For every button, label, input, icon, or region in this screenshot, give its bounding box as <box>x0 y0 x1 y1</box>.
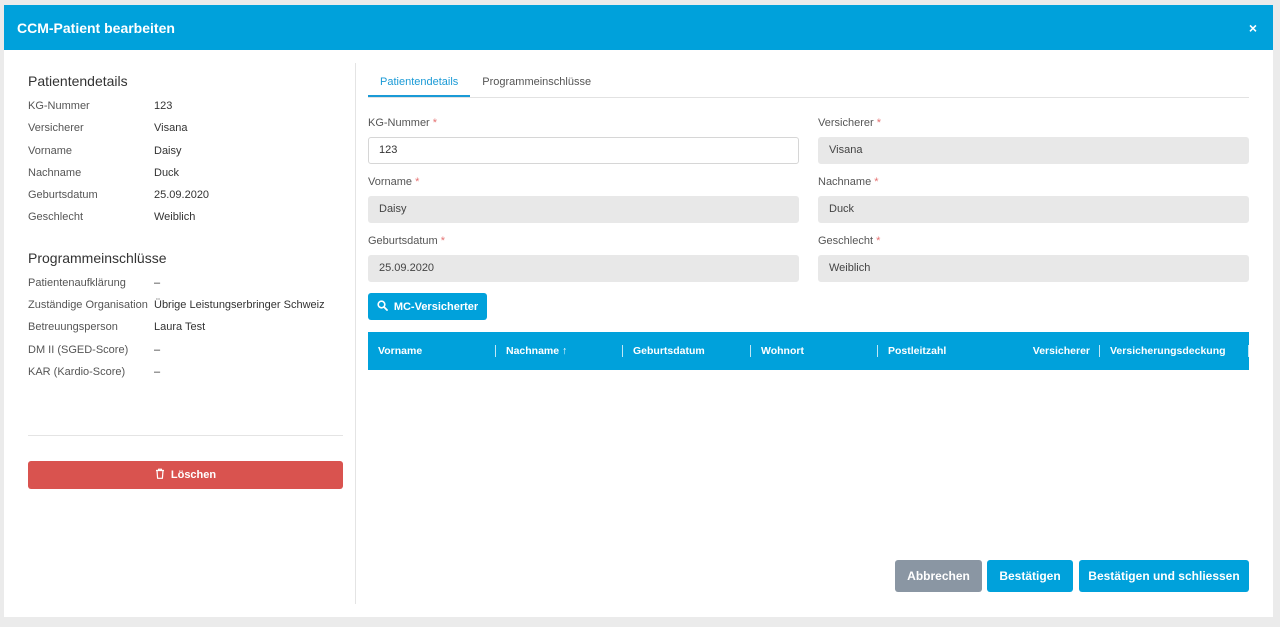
column-header-vorname[interactable]: Vorname <box>368 332 496 370</box>
first-name-input: Daisy <box>368 196 799 223</box>
detail-row: Geschlecht Weiblich <box>28 210 343 232</box>
mc-insured-search-button[interactable]: MC-Versicherter <box>368 293 487 320</box>
detail-key: Nachname <box>28 166 82 179</box>
column-header-postleitzahl[interactable]: Postleitzahl <box>878 332 1014 370</box>
detail-row: Nachname Duck <box>28 166 343 188</box>
column-header-geburtsdatum[interactable]: Geburtsdatum <box>623 332 751 370</box>
inclusion-row: KAR (Kardio-Score) – <box>28 365 343 387</box>
gender-input: Weiblich <box>818 255 1249 282</box>
delete-label: Löschen <box>170 469 217 481</box>
detail-value: Weiblich <box>154 211 196 224</box>
program-inclusions-title: Programmeinschlüsse <box>28 249 167 266</box>
results-grid-header: Vorname Nachname ↑ Geburtsdatum Wohnort … <box>368 332 1249 370</box>
trash-icon <box>155 468 165 482</box>
detail-value: 25.09.2020 <box>154 189 210 202</box>
column-header-nachname[interactable]: Nachname ↑ <box>496 332 623 370</box>
inclusion-value: Laura Test <box>154 321 206 334</box>
field-label: Geburtsdatum * <box>368 235 446 247</box>
column-header-wohnort[interactable]: Wohnort <box>751 332 878 370</box>
kg-number-field: KG-Nummer * 123 <box>368 117 799 164</box>
dialog-header: CCM-Patient bearbeiten × <box>4 5 1273 50</box>
inclusion-value: – <box>154 365 161 378</box>
inclusion-row: Zuständige Organisation Übrige Leistungse… <box>28 298 343 320</box>
gender-field: Geschlecht * Weiblich <box>818 235 1249 282</box>
detail-value: 123 <box>154 100 173 112</box>
detail-row: Versicherer Visana <box>28 121 343 143</box>
inclusion-key: DM II (SGED-Score) <box>28 343 129 356</box>
detail-value: Visana <box>154 122 188 135</box>
inclusion-key: Betreuungsperson <box>28 321 118 334</box>
column-header-versicherer[interactable]: Versicherer <box>1014 332 1100 370</box>
field-label: Nachname * <box>818 176 879 188</box>
detail-key: Geschlecht <box>28 211 84 224</box>
inclusion-value: Übrige Leistungserbringer Schweiz <box>154 299 325 312</box>
confirm-and-close-button[interactable]: Bestätigen und schliessen <box>1079 560 1249 592</box>
close-icon[interactable]: × <box>1249 20 1257 36</box>
delete-button[interactable]: Löschen <box>28 461 343 489</box>
search-button-label: MC-Versicherter <box>393 300 479 313</box>
detail-value: Daisy <box>154 144 182 157</box>
inclusion-key: Zuständige Organisation <box>28 299 148 312</box>
dialog-title: CCM-Patient bearbeiten <box>17 19 175 36</box>
sort-ascending-icon: ↑ <box>562 345 568 357</box>
kg-number-input[interactable]: 123 <box>368 137 799 164</box>
birthdate-field: Geburtsdatum * 25.09.2020 <box>368 235 799 282</box>
last-name-input: Duck <box>818 196 1249 223</box>
detail-key: Geburtsdatum <box>28 189 98 202</box>
cancel-button[interactable]: Abbrechen <box>895 560 982 592</box>
tab-patient-details[interactable]: Patientendetails <box>368 67 471 97</box>
detail-row: Geburtsdatum 25.09.2020 <box>28 188 343 210</box>
left-divider <box>28 435 343 436</box>
inclusion-key: KAR (Kardio-Score) <box>28 365 126 378</box>
first-name-field: Vorname * Daisy <box>368 176 799 223</box>
detail-key: Vorname <box>28 144 73 157</box>
program-inclusions-list: Patientenaufklärung – Zuständige Organisa… <box>28 276 343 387</box>
inclusion-row: Patientenaufklärung – <box>28 276 343 298</box>
field-label: KG-Nummer * <box>368 117 438 129</box>
detail-row: Vorname Daisy <box>28 144 343 166</box>
detail-key: KG-Nummer <box>28 100 90 112</box>
inclusion-value: – <box>154 276 161 289</box>
inclusion-row: DM II (SGED-Score) – <box>28 343 343 365</box>
patient-summary-panel: Patientendetails KG-Nummer 123 Versichere… <box>28 73 343 387</box>
inclusion-value: – <box>154 343 161 356</box>
column-separator <box>355 63 356 604</box>
detail-key: Versicherer <box>28 122 84 135</box>
insurer-field: Versicherer * Visana <box>818 117 1249 164</box>
field-label: Versicherer * <box>818 117 881 129</box>
tab-program-inclusions[interactable]: Programmeinschlüsse <box>470 67 603 97</box>
edit-patient-dialog: CCM-Patient bearbeiten × Patientendetail… <box>4 5 1273 617</box>
field-label: Vorname * <box>368 176 420 188</box>
field-label: Geschlecht * <box>818 235 881 247</box>
insurer-input: Visana <box>818 137 1249 164</box>
patient-details-title: Patientendetails <box>28 73 128 89</box>
column-header-versicherungsdeckung[interactable]: Versicherungsdeckung <box>1100 332 1249 370</box>
detail-row: KG-Nummer 123 <box>28 99 343 121</box>
inclusion-key: Patientenaufklärung <box>28 276 126 289</box>
birthdate-input: 25.09.2020 <box>368 255 799 282</box>
detail-value: Duck <box>154 166 180 179</box>
patient-details-list: KG-Nummer 123 Versicherer Visana Vorname Da… <box>28 99 343 233</box>
last-name-field: Nachname * Duck <box>818 176 1249 223</box>
confirm-button[interactable]: Bestätigen <box>987 560 1073 592</box>
search-icon <box>377 299 388 314</box>
inclusion-row: Betreuungsperson Laura Test <box>28 320 343 342</box>
tab-bar: Patientendetails Programmeinschlüsse <box>368 67 1249 98</box>
